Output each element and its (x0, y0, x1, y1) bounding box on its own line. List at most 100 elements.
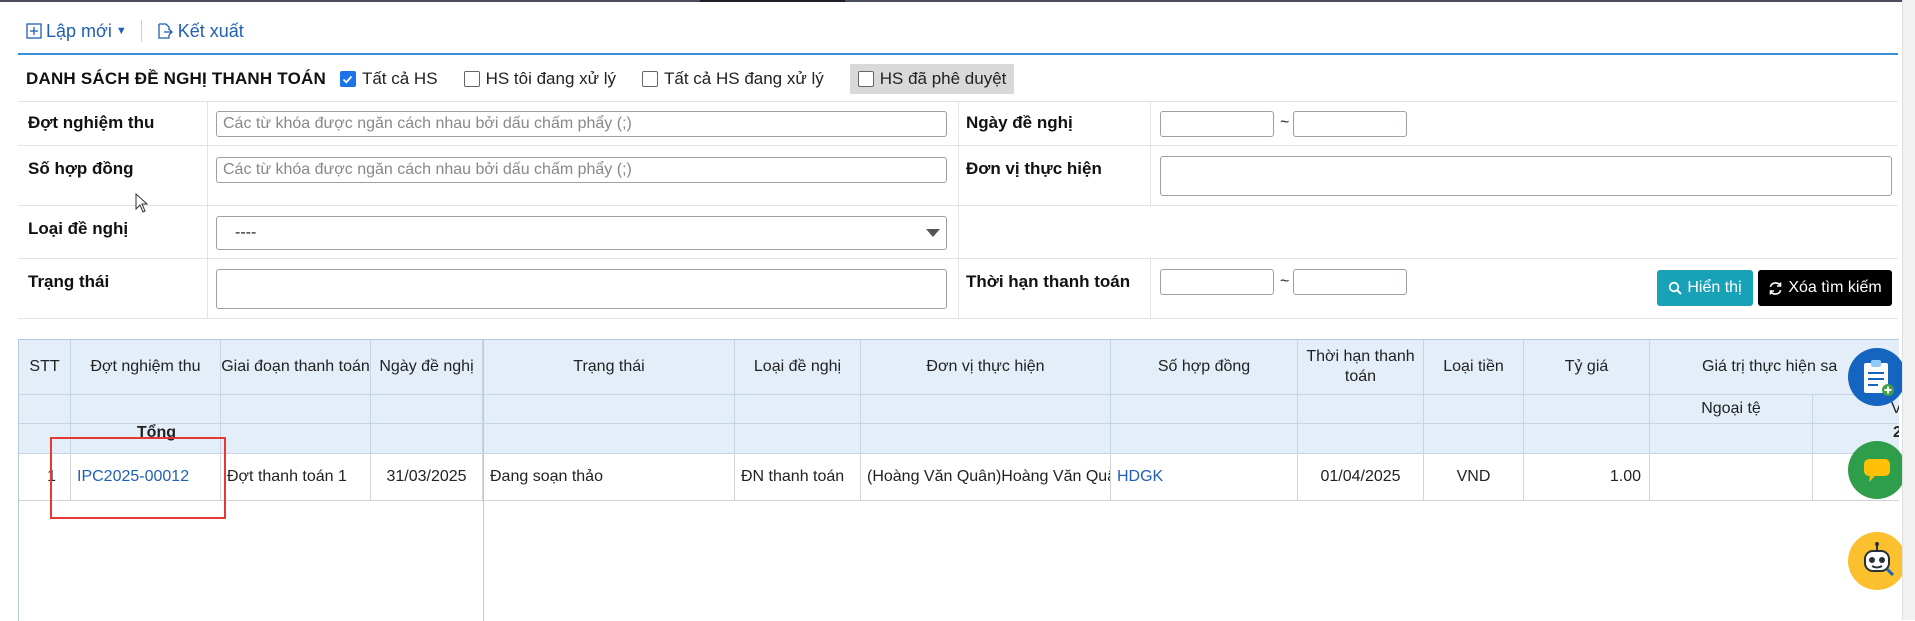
cell-status: Đang soạn thảo (484, 454, 735, 501)
header-subcell (371, 395, 483, 424)
column-header-phase[interactable]: Giai đoạn thanh toán (221, 340, 371, 395)
chat-icon[interactable] (1848, 441, 1906, 499)
form-col-line (1150, 101, 1151, 205)
header-subcell (735, 395, 861, 424)
form-col-line (1150, 258, 1151, 318)
grid-empty-area (19, 501, 483, 621)
total-cell (1298, 424, 1424, 454)
robot-assistant-icon[interactable] (1848, 532, 1906, 590)
clear-search-button[interactable]: Xóa tìm kiếm (1758, 270, 1892, 306)
cell-rate: 1.00 (1524, 454, 1650, 501)
unit-label: Đơn vị thực hiện (966, 159, 1102, 178)
column-header-contract[interactable]: Số hợp đồng (1111, 340, 1298, 395)
filter-approved-checkbox[interactable]: HS đã phê duyệt (849, 64, 1015, 94)
column-header-deadline[interactable]: Thời hạn thanh toán (1298, 340, 1424, 395)
frozen-column-divider (483, 340, 484, 621)
total-cell (735, 424, 861, 454)
page-title: DANH SÁCH ĐỀ NGHỊ THANH TOÁN (26, 69, 326, 88)
cell-foreign-value (1650, 454, 1813, 501)
type-label: Loại đề nghị (28, 219, 129, 238)
contract-label: Số hợp đồng (28, 159, 134, 178)
unit-input[interactable] (1160, 156, 1892, 196)
type-select-value: ---- (235, 224, 257, 241)
request-date-from-input[interactable] (1160, 111, 1274, 137)
total-cell (371, 424, 483, 454)
filter-all-label: Tất cả HS (361, 69, 438, 88)
highlight-box (50, 437, 226, 519)
header-subcell (221, 395, 371, 424)
caret-down-icon: ▼ (115, 25, 127, 37)
toolbar-divider (140, 20, 142, 42)
column-header-request-date[interactable]: Ngày đề nghị (371, 340, 483, 395)
mouse-cursor-icon (135, 193, 149, 213)
column-header-status[interactable]: Trạng thái (484, 340, 735, 395)
contract-link[interactable]: HDGK (1111, 454, 1298, 501)
export-icon (158, 23, 173, 39)
form-col-line (958, 101, 959, 318)
section-divider (18, 53, 1898, 55)
header-subcell (861, 395, 1111, 424)
clear-search-label: Xóa tìm kiếm (1788, 279, 1882, 296)
show-button-label: Hiển thị (1687, 279, 1742, 296)
deadline-to-input[interactable] (1293, 269, 1407, 295)
cell-currency: VND (1424, 454, 1524, 501)
new-button[interactable]: Lập mới ▼ (26, 21, 127, 42)
cell-unit: (Hoàng Văn Quân)Hoàng Văn Quân (861, 454, 1111, 501)
checkbox-empty-icon (857, 71, 874, 87)
range-separator: ~ (1280, 273, 1290, 290)
checkbox-checked-icon (339, 71, 356, 87)
total-cell (1424, 424, 1524, 454)
header-subcell (71, 395, 221, 424)
search-icon (1669, 281, 1683, 295)
checkbox-empty-icon (463, 71, 480, 87)
list-header: DANH SÁCH ĐỀ NGHỊ THANH TOÁN Tất cả HS H… (26, 64, 1015, 94)
export-button[interactable]: Kết xuất (156, 21, 244, 42)
cell-phase: Đợt thanh toán 1 (221, 454, 371, 501)
show-button[interactable]: Hiển thị (1657, 270, 1753, 306)
cell-deadline: 01/04/2025 (1298, 454, 1424, 501)
total-cell (484, 424, 735, 454)
total-cell (1524, 424, 1650, 454)
filter-approved-label: HS đã phê duyệt (879, 69, 1007, 88)
header-subcell (1424, 395, 1524, 424)
column-header-currency[interactable]: Loại tiền (1424, 340, 1524, 395)
caret-down-icon (926, 229, 940, 237)
total-cell (221, 424, 371, 454)
column-header-type[interactable]: Loại đề nghị (735, 340, 861, 395)
deadline-from-input[interactable] (1160, 269, 1274, 295)
plus-square-icon (26, 23, 42, 39)
column-header-rate[interactable]: Tỷ giá (1524, 340, 1650, 395)
range-separator: ~ (1280, 114, 1290, 131)
filter-processing-label: Tất cả HS đang xử lý (664, 69, 824, 88)
header-subcell (1111, 395, 1298, 424)
clipboard-add-icon[interactable] (1848, 348, 1906, 406)
column-header-acceptance[interactable]: Đợt nghiệm thu (71, 340, 221, 395)
acceptance-search-input[interactable]: Các từ khóa được ngăn cách nhau bởi dấu … (216, 111, 947, 137)
column-header-stt[interactable]: STT (19, 340, 71, 395)
header-subcell (19, 395, 71, 424)
form-row-line (18, 318, 1898, 319)
column-header-unit[interactable]: Đơn vị thực hiện (861, 340, 1111, 395)
total-cell (1111, 424, 1298, 454)
vertical-scrollbar[interactable] (1902, 0, 1915, 620)
export-button-label: Kết xuất (177, 20, 244, 41)
top-border (0, 0, 1915, 2)
filter-all-checkbox[interactable]: Tất cả HS (339, 64, 438, 94)
data-grid: STT Đợt nghiệm thu Giai đoạn thanh toán … (18, 339, 1899, 621)
filter-mine-label: HS tôi đang xử lý (485, 69, 617, 88)
column-header-foreign[interactable]: Ngoại tệ (1650, 395, 1813, 424)
header-subcell (1524, 395, 1650, 424)
filter-processing-checkbox[interactable]: Tất cả HS đang xử lý (642, 64, 824, 94)
form-col-line (207, 101, 208, 318)
status-label: Trạng thái (28, 272, 110, 291)
contract-search-input[interactable]: Các từ khóa được ngăn cách nhau bởi dấu … (216, 157, 947, 183)
filter-mine-checkbox[interactable]: HS tôi đang xử lý (463, 64, 617, 94)
status-input[interactable] (216, 269, 947, 309)
acceptance-label: Đợt nghiệm thu (28, 113, 155, 132)
refresh-icon (1769, 281, 1782, 295)
cell-type: ĐN thanh toán (735, 454, 861, 501)
type-select[interactable]: ---- (216, 216, 947, 250)
header-subcell (1298, 395, 1424, 424)
request-date-to-input[interactable] (1293, 111, 1407, 137)
total-cell (1650, 424, 1813, 454)
